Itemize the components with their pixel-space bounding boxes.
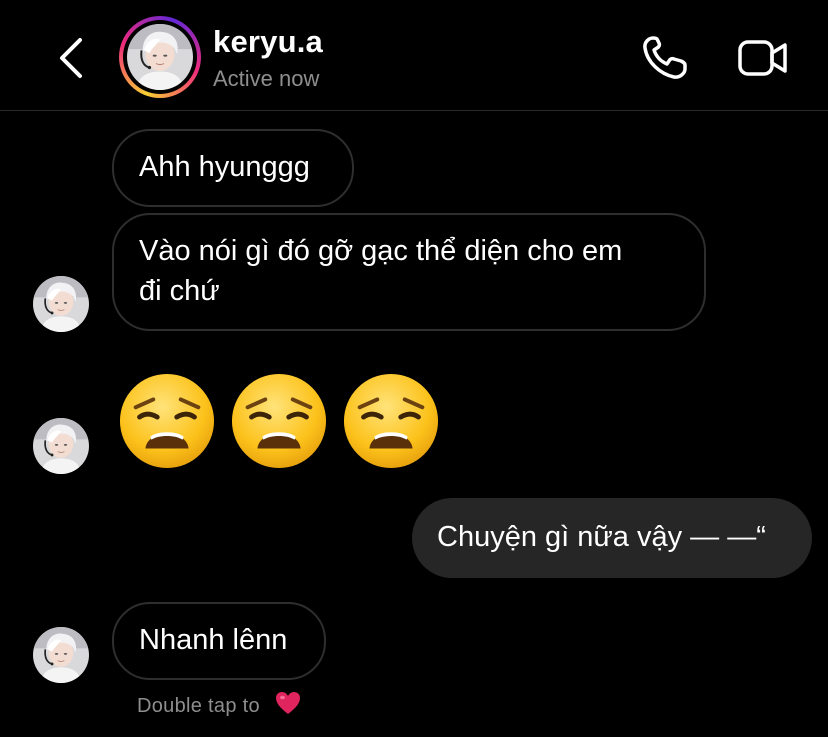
profile-avatar[interactable] (119, 16, 201, 98)
message-bubble-outgoing[interactable]: Chuyện gì nữa vậy — —“ (412, 498, 812, 578)
back-button[interactable] (52, 32, 92, 84)
video-call-button[interactable] (737, 36, 789, 80)
message-text-line: đi chứ (139, 275, 220, 307)
weary-face-emoji[interactable] (230, 372, 328, 470)
double-tap-hint: Double tap to (137, 690, 302, 718)
weary-face-emoji[interactable] (342, 372, 440, 470)
sender-avatar[interactable] (33, 627, 89, 683)
red-heart-icon (275, 692, 300, 714)
video-camera-icon (738, 40, 787, 76)
sender-avatar[interactable] (33, 418, 89, 474)
avatar-story-ring (123, 20, 197, 94)
phone-icon (643, 36, 687, 79)
message-bubble-incoming[interactable]: Nhanh lênn (112, 602, 326, 680)
message-text: Ahh hyunggg (139, 151, 310, 183)
chat-username[interactable]: keryu.a (213, 24, 323, 60)
message-text-line: Vào nói gì đó gỡ gạc thể diện cho em (139, 235, 623, 267)
active-status: Active now (213, 66, 320, 91)
sender-avatar[interactable] (33, 276, 89, 332)
weary-face-emoji[interactable] (118, 372, 216, 470)
message-bubble-incoming[interactable]: Ahh hyunggg (112, 129, 354, 207)
chevron-left-icon (60, 38, 82, 78)
message-text: Nhanh lênn (139, 624, 288, 656)
voice-call-button[interactable] (640, 34, 690, 82)
avatar-image (127, 24, 193, 90)
chat-header: keryu.a Active now (0, 0, 828, 111)
message-bubble-incoming[interactable]: Vào nói gì đó gỡ gạc thể diện cho em đi … (112, 213, 706, 331)
message-text: Chuyện gì nữa vậy — —“ (437, 521, 766, 553)
hint-text: Double tap to (137, 695, 260, 717)
